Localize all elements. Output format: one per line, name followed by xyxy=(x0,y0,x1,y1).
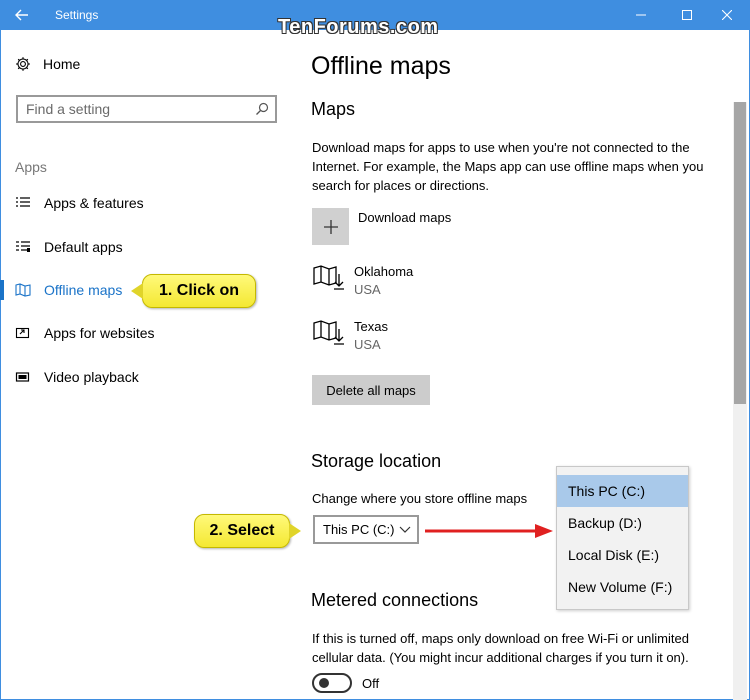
close-icon xyxy=(722,10,732,20)
red-arrow xyxy=(425,524,553,538)
dropdown-option-c[interactable]: This PC (C:) xyxy=(557,475,688,507)
maps-heading: Maps xyxy=(311,99,356,119)
sidebar-item-default-apps[interactable]: Default apps xyxy=(15,237,123,257)
back-button[interactable] xyxy=(0,0,44,30)
minimize-button[interactable] xyxy=(618,0,664,30)
sidebar-item-apps-features[interactable]: Apps & features xyxy=(15,193,144,213)
dropdown-option-d[interactable]: Backup (D:) xyxy=(557,507,688,539)
back-arrow-icon xyxy=(15,9,28,21)
downloaded-map-icon xyxy=(313,265,344,290)
callout-step2: 2. Select xyxy=(194,514,301,548)
delete-all-maps-button[interactable]: Delete all maps xyxy=(312,375,430,405)
storage-selected-value: This PC (C:) xyxy=(323,522,395,537)
page-title: Offline maps xyxy=(311,52,451,80)
metered-toggle-state: Off xyxy=(362,676,380,691)
scrollbar[interactable] xyxy=(733,102,747,700)
metered-toggle[interactable] xyxy=(312,673,352,693)
sidebar-item-label: Apps for websites xyxy=(44,325,155,341)
storage-location-select[interactable]: This PC (C:) xyxy=(313,515,419,544)
scrollbar-thumb[interactable] xyxy=(734,102,746,404)
list-icon xyxy=(16,197,30,207)
sidebar-item-apps-websites[interactable]: Apps for websites xyxy=(15,323,155,343)
sidebar-item-offline-maps[interactable]: Offline maps xyxy=(15,280,122,300)
metered-description: If this is turned off, maps only downloa… xyxy=(312,631,689,665)
map-icon xyxy=(15,283,31,297)
storage-heading: Storage location xyxy=(311,451,442,471)
dropdown-option-e[interactable]: Local Disk (E:) xyxy=(557,539,688,571)
callout-pointer xyxy=(131,283,143,299)
sidebar-item-label: Default apps xyxy=(44,239,123,255)
maps-description: Download maps for apps to use when you'r… xyxy=(312,140,704,193)
search-box[interactable] xyxy=(16,95,277,123)
sidebar-item-label: Video playback xyxy=(44,369,139,385)
callout-step2-text: 2. Select xyxy=(209,522,275,539)
close-button[interactable] xyxy=(704,0,750,30)
map-name: Oklahoma xyxy=(354,264,414,279)
sidebar-item-video-playback[interactable]: Video playback xyxy=(15,367,139,387)
plus-icon xyxy=(323,219,338,234)
toggle-knob xyxy=(319,678,329,688)
default-apps-icon xyxy=(16,241,30,252)
download-maps-button[interactable] xyxy=(312,208,349,245)
sidebar-item-label: Offline maps xyxy=(44,282,123,298)
window-title: Settings xyxy=(55,8,99,22)
callout-pointer xyxy=(289,523,301,539)
dropdown-option-f[interactable]: New Volume (F:) xyxy=(557,571,688,603)
maximize-icon xyxy=(682,10,692,20)
storage-dropdown-menu: This PC (C:) Backup (D:) Local Disk (E:)… xyxy=(556,466,689,610)
downloaded-map-icon xyxy=(313,320,344,345)
search-input[interactable] xyxy=(26,97,246,121)
callout-step1-text: 1. Click on xyxy=(158,282,240,299)
sidebar-section-label: Apps xyxy=(15,159,47,175)
map-name: Texas xyxy=(354,319,388,334)
minimize-icon xyxy=(636,14,646,16)
video-icon xyxy=(15,372,30,382)
link-window-icon xyxy=(15,327,30,339)
download-maps-label[interactable]: Download maps xyxy=(358,210,451,225)
callout-step1: 1. Click on xyxy=(131,274,256,308)
map-country: USA xyxy=(354,337,381,352)
title-bar: Settings TenForums.com xyxy=(0,0,750,38)
nav-home-label: Home xyxy=(43,56,81,72)
map-country: USA xyxy=(354,282,381,297)
metered-heading: Metered connections xyxy=(311,590,479,610)
gear-icon xyxy=(16,57,30,71)
chevron-down-icon xyxy=(399,526,411,533)
search-icon[interactable] xyxy=(255,102,269,116)
active-indicator xyxy=(0,280,4,300)
sidebar-item-label: Apps & features xyxy=(44,195,144,211)
watermark: TenForums.com xyxy=(278,16,439,38)
nav-home[interactable]: Home xyxy=(15,56,80,72)
